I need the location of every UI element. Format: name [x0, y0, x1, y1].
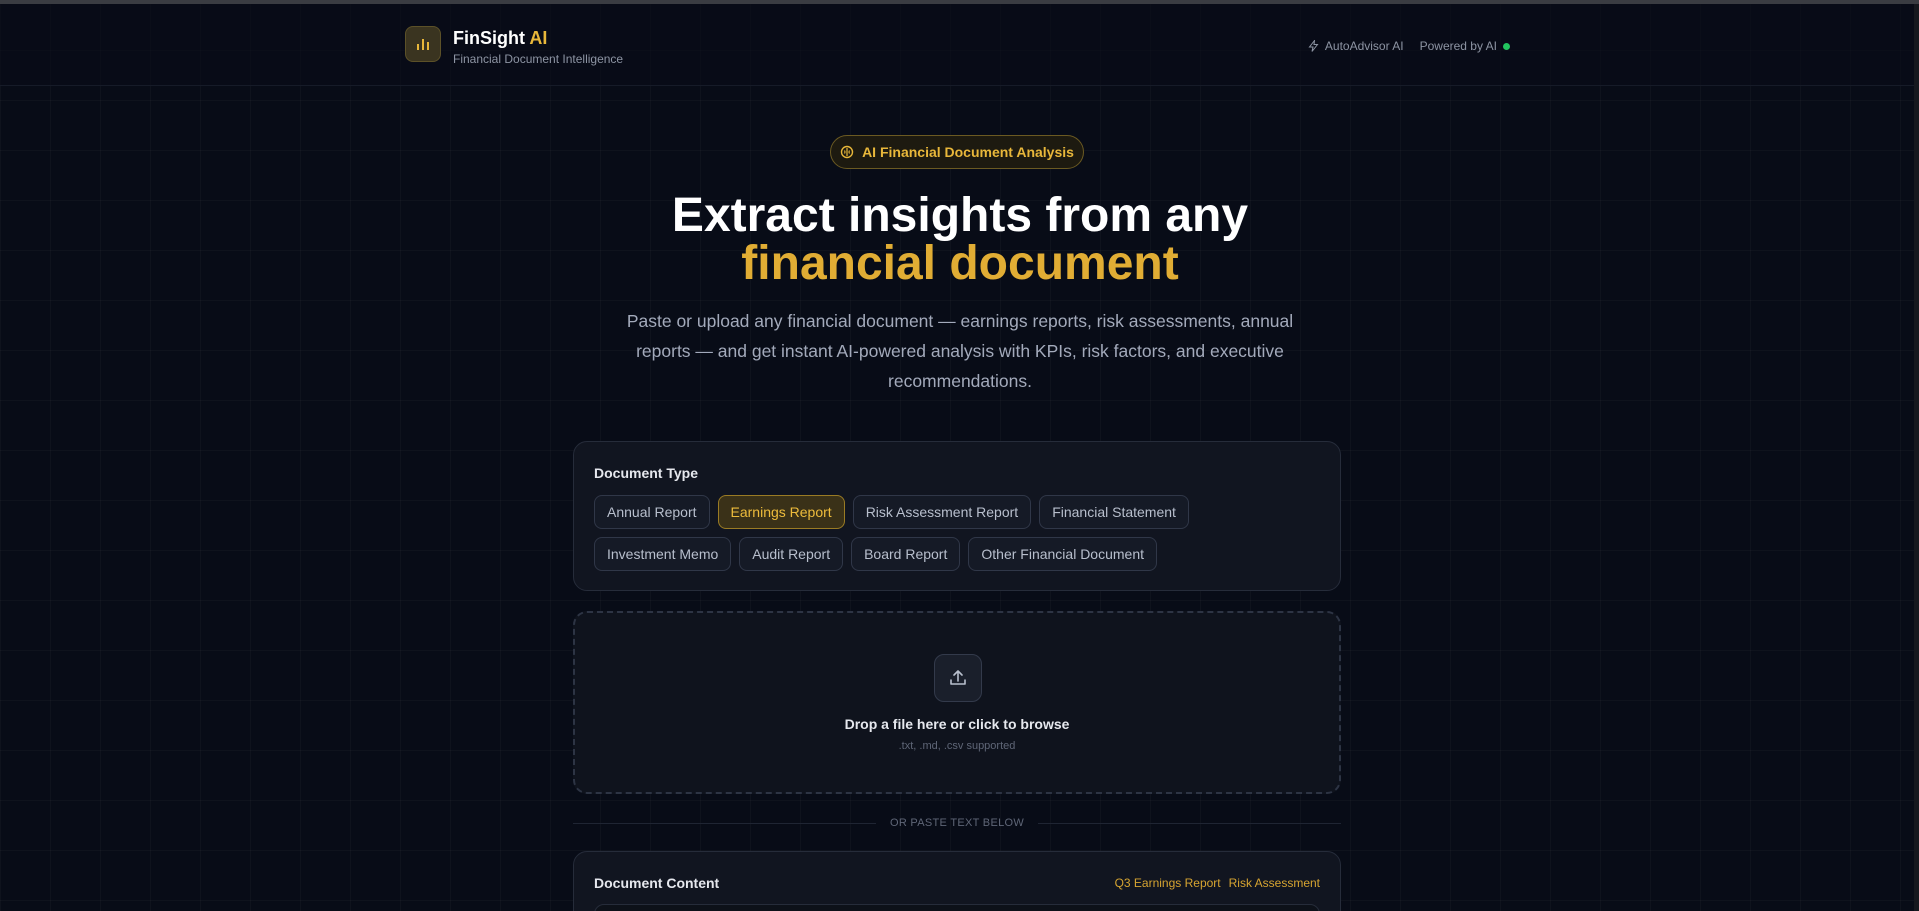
autoadvisor-link[interactable]: AutoAdvisor AI [1308, 39, 1404, 53]
upload-button[interactable] [934, 654, 982, 702]
doc-type-investment-memo[interactable]: Investment Memo [594, 537, 732, 571]
sample-risk-assessment[interactable]: Risk Assessment [1229, 876, 1320, 890]
dropzone-title: Drop a file here or click to browse [844, 716, 1070, 732]
or-divider: OR PASTE TEXT BELOW [573, 816, 1342, 830]
page-scrollbar[interactable] [1914, 4, 1919, 911]
doc-type-earnings-report[interactable]: Earnings Report [717, 495, 845, 529]
powered-by-label: Powered by AI [1419, 39, 1497, 53]
powered-by-status: Powered by AI [1420, 39, 1510, 53]
brand-name: FinSight AI [453, 28, 547, 49]
hero-title-line1: Extract insights from any [671, 189, 1249, 242]
doc-type-annual-report[interactable]: Annual Report [594, 495, 710, 529]
divider-line-right [1038, 822, 1342, 824]
document-content-card: Document Content Q3 Earnings Report Risk… [573, 851, 1341, 911]
hero-description: Paste or upload any financial document —… [626, 311, 1294, 391]
divider-line-left [573, 822, 876, 824]
doc-type-board-report[interactable]: Board Report [851, 537, 961, 571]
document-content-textarea[interactable] [594, 904, 1320, 911]
hero-title: Extract insights from any financial docu… [460, 192, 1460, 288]
sample-q3-earnings-report[interactable]: Q3 Earnings Report [1115, 876, 1221, 890]
status-dot-icon [1503, 42, 1510, 50]
doc-type-financial-statement[interactable]: Financial Statement [1039, 495, 1189, 529]
doc-type-other-financial-document[interactable]: Other Financial Document [968, 537, 1158, 571]
divider-text: OR PASTE TEXT BELOW [889, 817, 1025, 829]
app-header: FinSight AI Financial Document Intellige… [0, 4, 1914, 86]
upload-icon [950, 670, 966, 685]
sample-links: Q3 Earnings Report Risk Assessment [1115, 876, 1320, 890]
brand-accent-text: AI [529, 28, 548, 48]
brand-subtitle: Financial Document Intelligence [453, 52, 624, 66]
doc-type-audit-report[interactable]: Audit Report [739, 537, 844, 571]
brand-name-text: FinSight [453, 28, 525, 48]
feature-pill: AI Financial Document Analysis [830, 135, 1084, 169]
document-type-card: Document Type Annual Report Earnings Rep… [573, 441, 1341, 591]
lightning-icon [1308, 40, 1319, 52]
dropzone-subtitle: .txt, .md, .csv supported [898, 740, 1016, 752]
hero-title-line2: financial document [741, 237, 1179, 290]
autoadvisor-label: AutoAdvisor AI [1324, 39, 1404, 53]
brain-icon [840, 145, 854, 159]
file-dropzone[interactable]: Drop a file here or click to browse .txt… [573, 611, 1341, 794]
bar-chart-icon [417, 39, 429, 50]
document-content-title: Document Content [594, 875, 720, 891]
feature-pill-label: AI Financial Document Analysis [862, 144, 1074, 160]
header-right: AutoAdvisor AI Powered by AI [1308, 39, 1510, 53]
document-type-title: Document Type [594, 465, 698, 481]
document-type-options: Annual Report Earnings Report Risk Asses… [594, 495, 1314, 571]
logo[interactable] [405, 26, 441, 62]
doc-type-risk-assessment-report[interactable]: Risk Assessment Report [852, 495, 1032, 529]
